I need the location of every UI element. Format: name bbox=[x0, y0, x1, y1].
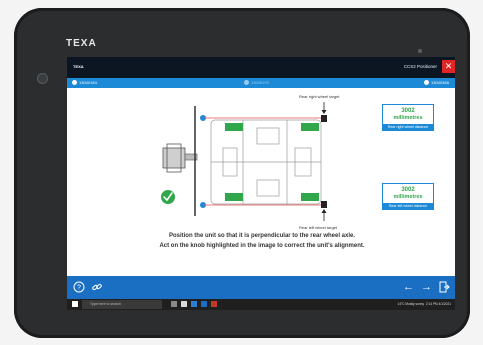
windows-taskbar: Type here to search 14°C Mostly sunny 2:… bbox=[67, 299, 455, 310]
exit-icon[interactable] bbox=[439, 281, 450, 296]
left-distance-caption: Rear left wheel distance bbox=[383, 203, 433, 209]
tablet-device: TEXA TEXA CCS2 Positioner ✕ 13040184 130… bbox=[14, 8, 470, 338]
right-distance-unit: millimetres bbox=[393, 115, 423, 121]
window-title: CCS2 Positioner bbox=[403, 64, 437, 69]
right-distance-caption: Rear right wheel distance bbox=[383, 124, 433, 130]
right-distance-value: 3002 bbox=[401, 108, 415, 114]
front-left-wheel bbox=[225, 193, 243, 201]
taskbar-search-input[interactable]: Type here to search bbox=[82, 300, 162, 309]
rear-left-target-label: Rear left wheel target bbox=[299, 225, 338, 230]
front-right-wheel bbox=[225, 123, 243, 131]
close-icon[interactable]: ✕ bbox=[442, 60, 455, 73]
ok-check-icon bbox=[161, 190, 175, 204]
rear-right-target bbox=[321, 102, 327, 122]
positioner-unit bbox=[162, 143, 198, 173]
right-distance-panel: 3002 millimetres Rear right wheel distan… bbox=[382, 104, 434, 131]
rear-right-wheel bbox=[301, 123, 319, 131]
step-bar: 13040184 13045193 13040368 bbox=[67, 78, 455, 88]
taskbar-status: 14°C Mostly sunny 2:14 PM 4/1/2021 bbox=[397, 302, 451, 306]
clock-date: 4/1/2021 bbox=[438, 302, 451, 306]
windows-start-icon[interactable] bbox=[72, 301, 78, 307]
bezel-logo: TEXA bbox=[66, 38, 97, 49]
step-1[interactable]: 13040184 bbox=[72, 80, 97, 86]
rear-left-wheel bbox=[301, 193, 319, 201]
step-dot-icon bbox=[72, 80, 77, 86]
store-icon[interactable] bbox=[201, 301, 207, 307]
left-distance-value: 3002 bbox=[401, 187, 415, 193]
file-explorer-icon[interactable] bbox=[181, 301, 187, 307]
bottom-toolbar: ? ← → bbox=[67, 276, 455, 299]
screen: TEXA CCS2 Positioner ✕ 13040184 13045193… bbox=[67, 57, 455, 310]
step-dot-icon bbox=[424, 80, 429, 86]
sensor-icon bbox=[37, 73, 48, 84]
texa-app-icon[interactable] bbox=[211, 301, 217, 307]
camera-icon bbox=[418, 49, 422, 53]
task-view-icon[interactable] bbox=[171, 301, 177, 307]
app-brand: TEXA bbox=[73, 64, 84, 69]
instruction-line-2: Act on the knob highlighted in the image… bbox=[159, 243, 365, 249]
rear-right-target-label: Rear right wheel target bbox=[299, 94, 340, 99]
title-bar: TEXA CCS2 Positioner ✕ bbox=[67, 57, 455, 78]
edge-icon[interactable] bbox=[191, 301, 197, 307]
help-icon[interactable]: ? bbox=[73, 281, 85, 296]
arrow-left-icon[interactable]: ← bbox=[403, 281, 414, 293]
arrow-right-icon[interactable]: → bbox=[421, 281, 432, 293]
vehicle-chassis bbox=[210, 119, 322, 205]
rear-left-target bbox=[321, 201, 327, 221]
svg-text:?: ? bbox=[77, 285, 81, 292]
step-dot-icon bbox=[244, 80, 249, 86]
weather-text: 14°C Mostly sunny bbox=[397, 302, 425, 306]
left-distance-panel: 3002 millimetres Rear left wheel distanc… bbox=[382, 183, 434, 210]
step-2[interactable]: 13045193 bbox=[244, 80, 269, 86]
step-3[interactable]: 13040368 bbox=[424, 80, 449, 86]
main-content: Rear right wheel target Rear left wheel … bbox=[67, 88, 455, 276]
instruction-line-1: Position the unit so that it is perpendi… bbox=[168, 233, 356, 239]
clock-time: 2:14 PM bbox=[425, 302, 438, 306]
link-icon[interactable] bbox=[91, 281, 103, 296]
left-distance-unit: millimetres bbox=[393, 194, 423, 200]
